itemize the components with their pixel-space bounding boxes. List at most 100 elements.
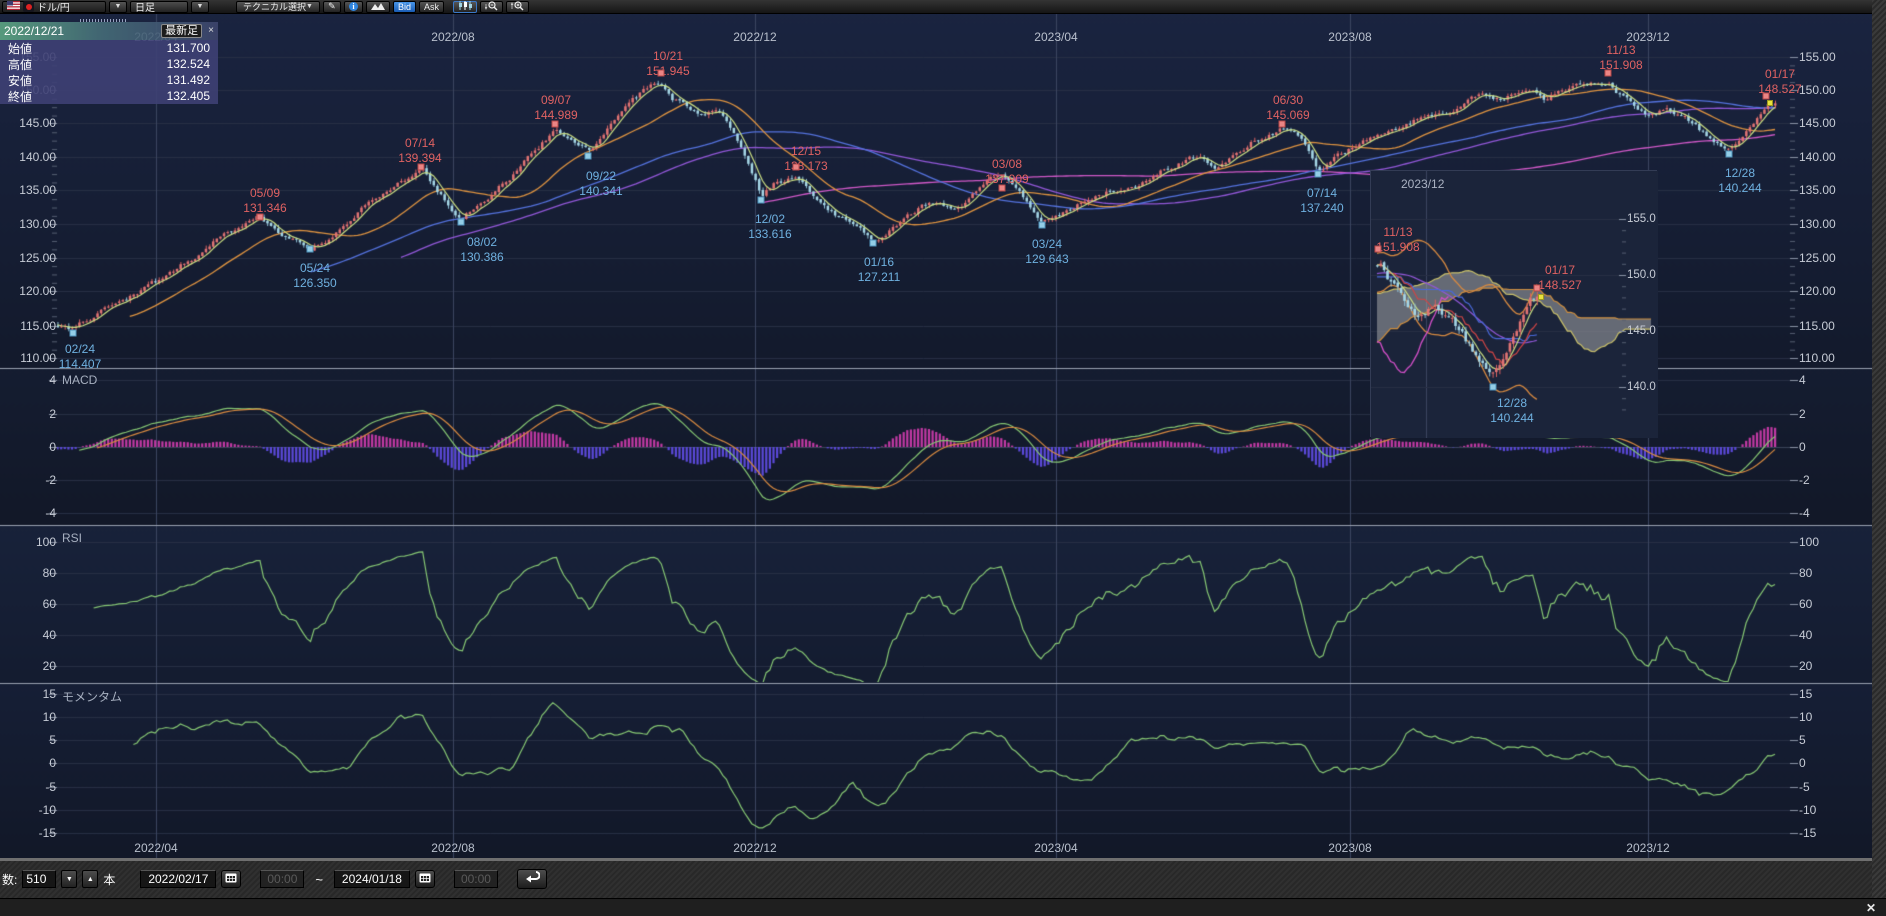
- ohlc-info-panel[interactable]: 2022/12/21 最新足 × 始値131.700高値132.524安値131…: [0, 22, 218, 104]
- y-axis-tick-label: 0: [1799, 440, 1806, 454]
- chart-annotation: 09/22140.341: [579, 169, 622, 199]
- x-axis-date-label: 2023/04: [1034, 30, 1077, 44]
- chart-annotation: 07/14137.240: [1300, 186, 1343, 216]
- annotation-value: 138.173: [784, 159, 827, 174]
- bid-toggle-button[interactable]: Bid: [393, 1, 416, 13]
- x-axis-date-label: 2023/08: [1328, 30, 1371, 44]
- status-bar: ✕: [0, 898, 1886, 916]
- annotation-value: 127.211: [858, 270, 901, 285]
- time-to-input: [454, 870, 498, 888]
- date-from-input[interactable]: [140, 870, 216, 888]
- ohlc-row-value: 132.524: [167, 57, 210, 71]
- chart-annotation: 11/13151.908: [1376, 225, 1419, 255]
- y-axis-tick-label: -4: [6, 506, 56, 520]
- inset-month-label: 2023/12: [1401, 177, 1444, 191]
- x-axis-date-label: 2023/12: [1626, 841, 1669, 855]
- bar-count-label: 数:: [2, 871, 17, 888]
- annotation-marker: [1315, 171, 1322, 178]
- timeframe-selector[interactable]: 日足: [130, 1, 188, 13]
- annotation-marker: [418, 164, 425, 171]
- currency-pair-selector[interactable]: ドル/円: [2, 1, 106, 13]
- timeframe-label: 日足: [135, 0, 155, 14]
- y-axis-tick-label: 130.00: [6, 217, 56, 231]
- annotation-date: 09/22: [579, 169, 622, 184]
- triangle-up-icon: ▲: [87, 876, 94, 883]
- trading-app-window: 155.00155.00150.00150.00145.00145.00140.…: [0, 0, 1886, 916]
- zoom-in-icon: [511, 1, 524, 13]
- y-axis-tick-label: 130.00: [1799, 217, 1836, 231]
- annotation-marker: [758, 197, 765, 204]
- y-axis-tick-label: 110.00: [1799, 351, 1835, 365]
- date-to-calendar-button[interactable]: [415, 870, 435, 888]
- info-button[interactable]: i: [344, 1, 363, 13]
- annotation-date: 12/15: [784, 144, 827, 159]
- panel-drag-handle[interactable]: [80, 19, 128, 22]
- x-axis-date-label: 2022/08: [431, 30, 474, 44]
- y-axis-tick-label: 100: [1799, 535, 1819, 549]
- y-axis-tick-label: 120.00: [6, 284, 56, 298]
- annotation-date: 11/13: [1376, 225, 1419, 240]
- zoom-out-button[interactable]: [480, 1, 503, 13]
- annotation-value: 137.909: [985, 172, 1028, 187]
- bar-count-increase-button[interactable]: ▲: [82, 870, 98, 888]
- right-scroll-strip[interactable]: [1872, 0, 1886, 898]
- range-tilde: ~: [309, 872, 329, 887]
- annotation-value: 140.244: [1490, 411, 1533, 426]
- info-panel-header: 2022/12/21 最新足 ×: [0, 22, 218, 40]
- technical-select-button[interactable]: テクニカル選択 ▼: [236, 1, 320, 13]
- info-panel-date: 2022/12/21: [4, 24, 64, 38]
- pair-dropdown-button[interactable]: ▼: [109, 1, 127, 13]
- calendar-icon: [225, 870, 237, 888]
- info-panel-close-icon[interactable]: ×: [208, 26, 214, 36]
- y-axis-tick-label: -10: [1799, 803, 1816, 817]
- inset-axis-tick-label: 150.0: [1627, 269, 1656, 281]
- bar-count-input[interactable]: [22, 870, 56, 888]
- date-from-calendar-button[interactable]: [221, 870, 241, 888]
- bar-count-decrease-button[interactable]: ▼: [61, 870, 77, 888]
- annotation-date: 11/13: [1599, 43, 1642, 58]
- chart-annotation: 03/24129.643: [1025, 237, 1068, 267]
- info-icon: i: [349, 2, 358, 11]
- annotation-marker: [1039, 222, 1046, 229]
- chart-annotation: 05/24126.350: [293, 261, 336, 291]
- annotation-marker: [1490, 384, 1497, 391]
- y-axis-tick-label: 2: [1799, 407, 1806, 421]
- chart-annotation: 12/28140.244: [1718, 166, 1761, 196]
- panel-title: RSI: [62, 531, 82, 545]
- panel-title: MACD: [62, 373, 97, 387]
- ohlc-row: 終値132.405: [0, 88, 218, 104]
- y-axis-tick-label: -15: [1799, 826, 1816, 840]
- zoom-in-button[interactable]: [506, 1, 529, 13]
- date-to-input[interactable]: [334, 870, 410, 888]
- panel-title: モメンタム: [62, 688, 122, 705]
- annotation-date: 07/14: [1300, 186, 1343, 201]
- chevron-down-icon: ▼: [115, 3, 122, 10]
- draw-tool-button[interactable]: ✎: [323, 1, 341, 13]
- chart-annotation: 06/30145.069: [1266, 93, 1309, 123]
- y-axis-tick-label: 135.00: [6, 183, 56, 197]
- ohlc-row-label: 安値: [8, 72, 32, 89]
- annotation-date: 03/24: [1025, 237, 1068, 252]
- annotation-marker: [70, 330, 77, 337]
- chart-annotation: 10/21151.945: [646, 49, 689, 79]
- y-axis-tick-label: 0: [6, 756, 56, 770]
- apply-range-button[interactable]: [517, 869, 547, 889]
- annotation-marker: [307, 246, 314, 253]
- y-axis-tick-label: 100: [6, 535, 56, 549]
- jp-flag-icon: [23, 1, 34, 12]
- pencil-icon: ✎: [328, 1, 336, 12]
- return-arrow-icon: [524, 870, 540, 888]
- timeframe-dropdown-button[interactable]: ▼: [191, 1, 209, 13]
- candle-chart-button[interactable]: [453, 1, 477, 13]
- y-axis-tick-label: 15: [1799, 687, 1812, 701]
- chart-annotation: 07/14139.394: [398, 136, 441, 166]
- chart-style-button[interactable]: [366, 1, 390, 13]
- ask-toggle-button[interactable]: Ask: [419, 1, 444, 13]
- bottom-toolbar: 数: ▼ ▲ 本 ~: [0, 858, 1872, 898]
- annotation-value: 145.069: [1266, 108, 1309, 123]
- chart-annotation: 08/02130.386: [460, 235, 503, 265]
- annotation-value: 140.341: [579, 184, 622, 199]
- y-axis-tick-label: 10: [1799, 710, 1812, 724]
- close-icon[interactable]: ✕: [1866, 901, 1876, 915]
- calendar-icon: [419, 870, 431, 888]
